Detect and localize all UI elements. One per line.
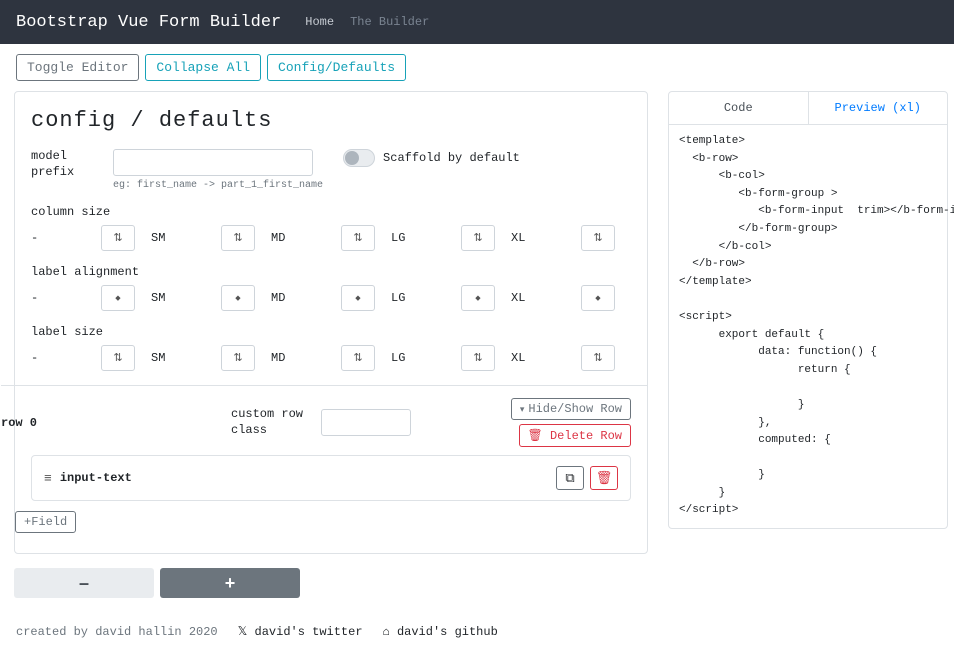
bp-base: - [31,231,101,245]
tab-code[interactable]: Code [669,92,809,124]
navbar-brand: Bootstrap Vue Form Builder [16,13,281,32]
column-size-xl-input[interactable] [581,225,615,251]
copy-field-button[interactable]: ⧉ [556,466,584,490]
label-size-label: label size [31,325,631,339]
custom-row-class-label: custom row class [231,407,321,438]
label-align-xl-select[interactable] [581,285,615,311]
navbar: Bootstrap Vue Form Builder Home The Buil… [0,0,954,44]
remove-row-button[interactable]: – [14,568,154,598]
field-card: ≡ input-text ⧉ 🗑 [31,455,631,501]
label-size-lg-input[interactable] [461,345,495,371]
footer-github-link[interactable]: ⌂ david's github [383,625,498,639]
nav-link-home[interactable]: Home [305,15,334,29]
scaffold-label: Scaffold by default [383,151,520,165]
drag-handle-icon[interactable]: ≡ [44,471,52,486]
label-size-sm-input[interactable] [221,345,255,371]
footer-credit: created by david hallin 2020 [16,625,218,639]
model-prefix-input[interactable] [113,149,313,176]
column-size-md-input[interactable] [341,225,375,251]
copy-icon: ⧉ [565,471,574,486]
column-size-sm-input[interactable] [221,225,255,251]
footer-twitter-link[interactable]: 𝕏 david's twitter [238,624,363,639]
label-align-lg-select[interactable] [461,285,495,311]
config-panel: config / defaults model prefix eg: first… [14,91,648,554]
column-size-label: column size [31,205,631,219]
trash-icon: 🗑 [596,471,613,486]
config-title: config / defaults [31,108,631,133]
twitter-icon: 𝕏 [238,625,255,639]
tab-preview[interactable]: Preview (xl) [809,92,948,124]
custom-row-class-input[interactable] [321,409,411,436]
bp-md: MD [271,231,341,245]
label-align-sm-select[interactable] [221,285,255,311]
trash-icon: 🗑 [528,429,550,443]
github-icon: ⌂ [383,625,397,639]
label-size-base-input[interactable] [101,345,135,371]
label-size-md-input[interactable] [341,345,375,371]
add-field-button[interactable]: +Field [15,511,76,533]
scaffold-switch[interactable] [343,149,375,167]
model-prefix-label: model prefix [31,149,103,180]
code-preview-panel: Code Preview (xl) <template> <b-row> <b-… [668,91,948,529]
config-defaults-button[interactable]: Config/Defaults [267,54,406,81]
bp-xl: XL [511,231,581,245]
add-row-button[interactable]: + [160,568,300,598]
nav-link-builder[interactable]: The Builder [350,15,429,29]
label-align-base-select[interactable] [101,285,135,311]
delete-row-button[interactable]: 🗑 Delete Row [519,424,631,447]
field-name: input-text [60,471,132,485]
label-alignment-label: label alignment [31,265,631,279]
code-output: <template> <b-row> <b-col> <b-form-group… [669,125,947,528]
label-size-xl-input[interactable] [581,345,615,371]
model-prefix-hint: eg: first_name -> part_1_first_name [113,180,323,191]
delete-field-button[interactable]: 🗑 [590,466,618,490]
footer: created by david hallin 2020 𝕏 david's t… [0,612,954,651]
column-size-base-input[interactable] [101,225,135,251]
column-size-lg-input[interactable] [461,225,495,251]
row-label: row 0 [1,416,231,430]
label-align-md-select[interactable] [341,285,375,311]
bp-sm: SM [151,231,221,245]
collapse-all-button[interactable]: Collapse All [145,54,261,81]
bp-lg: LG [391,231,461,245]
toggle-editor-button[interactable]: Toggle Editor [16,54,139,81]
toolbar: Toggle Editor Collapse All Config/Defaul… [0,44,954,91]
hide-show-row-button[interactable]: Hide/Show Row [511,398,631,420]
